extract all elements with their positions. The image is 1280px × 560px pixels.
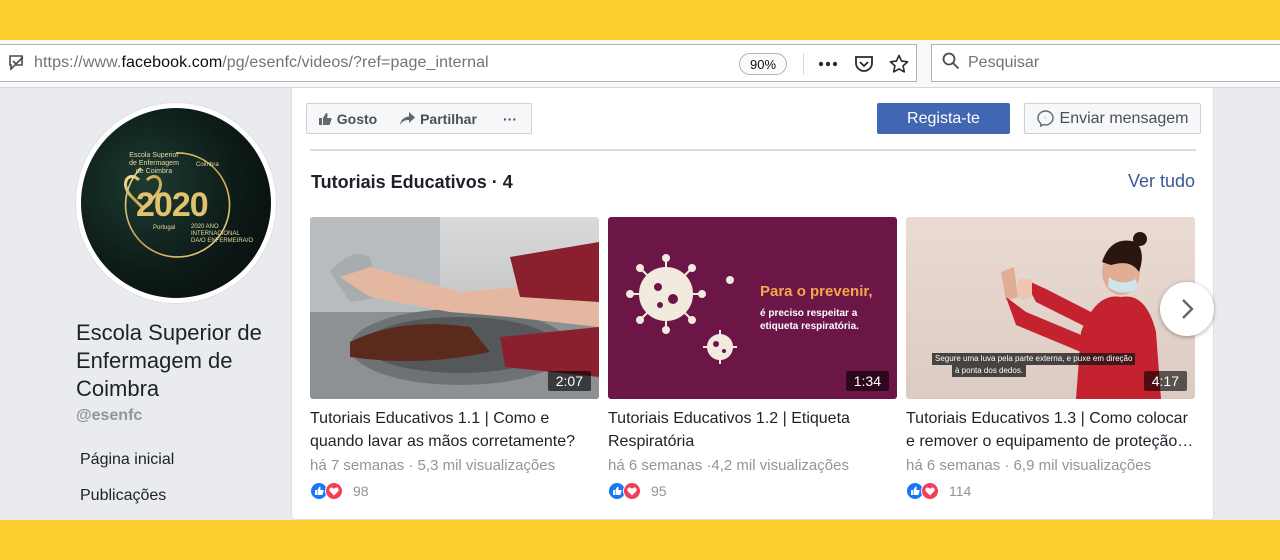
zoom-level-badge[interactable]: 90% — [739, 53, 788, 75]
section-title: Tutoriais Educativos · 4 — [311, 172, 513, 192]
reactions-row[interactable]: 95 — [608, 482, 897, 500]
video-meta: há 6 semanas · 6,9 mil visualizações — [906, 457, 1152, 474]
reaction-count: 114 — [949, 483, 972, 499]
chevron-right-icon — [1182, 299, 1194, 319]
nav-item-posts[interactable]: Publicações — [80, 487, 166, 505]
page-handle: @esenfc — [76, 407, 143, 424]
video-card[interactable]: Para o prevenir, é preciso respeitar a e… — [608, 217, 897, 500]
video-card[interactable]: 2:07 Tutoriais Educativos 1.1 | Como e q… — [310, 217, 599, 500]
thumbnail-caption: é preciso respeitar a etiqueta respirató… — [760, 308, 859, 332]
bookmark-star-icon[interactable] — [886, 51, 912, 77]
videos-card: Gosto Partilhar ··· Regista-te Enviar me… — [291, 88, 1214, 520]
video-meta: há 7 semanas · 5,3 mil visualizações — [310, 457, 556, 474]
url-bar[interactable]: https://www.facebook.com/pg/esenfc/video… — [0, 44, 917, 82]
reaction-count: 95 — [651, 483, 667, 499]
browser-toolbar: https://www.facebook.com/pg/esenfc/video… — [0, 40, 1280, 88]
video-subtitle: Segure uma luva pela parte externa, e pu… — [932, 353, 1172, 377]
video-title[interactable]: Tutoriais Educativos 1.1 | Como e quando… — [310, 407, 599, 453]
page-name[interactable]: Escola Superior de Enfermagem de Coimbra — [76, 319, 286, 403]
video-title[interactable]: Tutoriais Educativos 1.2 | Etiqueta Resp… — [608, 407, 897, 453]
search-icon — [942, 52, 960, 75]
send-message-button[interactable]: Enviar mensagem — [1024, 103, 1201, 134]
esenfc-logo: Escola Superior de Enfermagem de Coimbra… — [81, 108, 271, 298]
video-thumbnail[interactable]: 2:07 — [310, 217, 599, 399]
more-options-button[interactable]: ··· — [489, 103, 532, 134]
share-arrow-icon — [400, 112, 416, 125]
search-bar[interactable] — [931, 44, 1280, 82]
messenger-icon — [1036, 110, 1054, 127]
video-duration: 1:34 — [845, 371, 889, 391]
love-reaction-icon — [623, 482, 641, 500]
section-divider — [310, 149, 1196, 151]
video-meta: há 6 semanas ·4,2 mil visualizações — [608, 457, 849, 474]
video-duration: 2:07 — [547, 371, 591, 391]
search-input[interactable] — [968, 54, 1248, 72]
reactions-row[interactable]: 98 — [310, 482, 599, 500]
pocket-icon[interactable] — [851, 51, 877, 77]
register-button[interactable]: Regista-te — [877, 103, 1010, 134]
video-card[interactable]: Segure uma luva pela parte externa, e pu… — [906, 217, 1195, 500]
nav-item-home[interactable]: Página inicial — [80, 451, 174, 469]
see-all-link[interactable]: Ver tudo — [1128, 171, 1195, 192]
url-text[interactable]: https://www.facebook.com/pg/esenfc/video… — [34, 54, 489, 72]
thumbnail-heading: Para o prevenir, — [760, 283, 873, 300]
reaction-count: 98 — [353, 483, 369, 499]
screenshot-frame: https://www.facebook.com/pg/esenfc/video… — [0, 40, 1280, 520]
video-thumbnail[interactable]: Para o prevenir, é preciso respeitar a e… — [608, 217, 897, 399]
more-dots-icon: ··· — [503, 110, 517, 127]
reactions-row[interactable]: 114 — [906, 482, 1195, 500]
toolbar-divider — [803, 53, 804, 75]
tracking-protection-icon[interactable] — [0, 53, 34, 73]
video-duration: 4:17 — [1143, 371, 1187, 391]
love-reaction-icon — [921, 482, 939, 500]
page-avatar[interactable]: Escola Superior de Enfermagem de Coimbra… — [76, 103, 276, 303]
like-page-button[interactable]: Gosto — [306, 103, 389, 134]
share-page-button[interactable]: Partilhar — [388, 103, 490, 134]
page-actions-icon[interactable] — [815, 51, 841, 77]
love-reaction-icon — [325, 482, 343, 500]
video-title[interactable]: Tutoriais Educativos 1.3 | Como colocar … — [906, 407, 1195, 453]
video-thumbnail[interactable]: Segure uma luva pela parte externa, e pu… — [906, 217, 1195, 399]
thumbs-up-icon — [318, 112, 332, 125]
carousel-next-button[interactable] — [1160, 282, 1214, 336]
